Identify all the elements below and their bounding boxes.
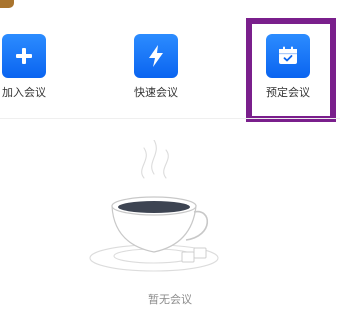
coffee-cup-icon (86, 139, 226, 284)
quick-meeting-button[interactable]: 快速会议 (111, 34, 201, 100)
empty-state-text: 暂无会议 (148, 293, 192, 306)
join-meeting-label: 加入会议 (2, 86, 46, 99)
plus-icon (2, 34, 46, 78)
quick-meeting-label: 快速会议 (134, 86, 178, 99)
lightning-icon (134, 34, 178, 78)
divider (0, 118, 340, 119)
join-meeting-button[interactable]: 加入会议 (0, 34, 69, 100)
highlight-box (246, 18, 336, 122)
avatar[interactable] (0, 0, 14, 8)
